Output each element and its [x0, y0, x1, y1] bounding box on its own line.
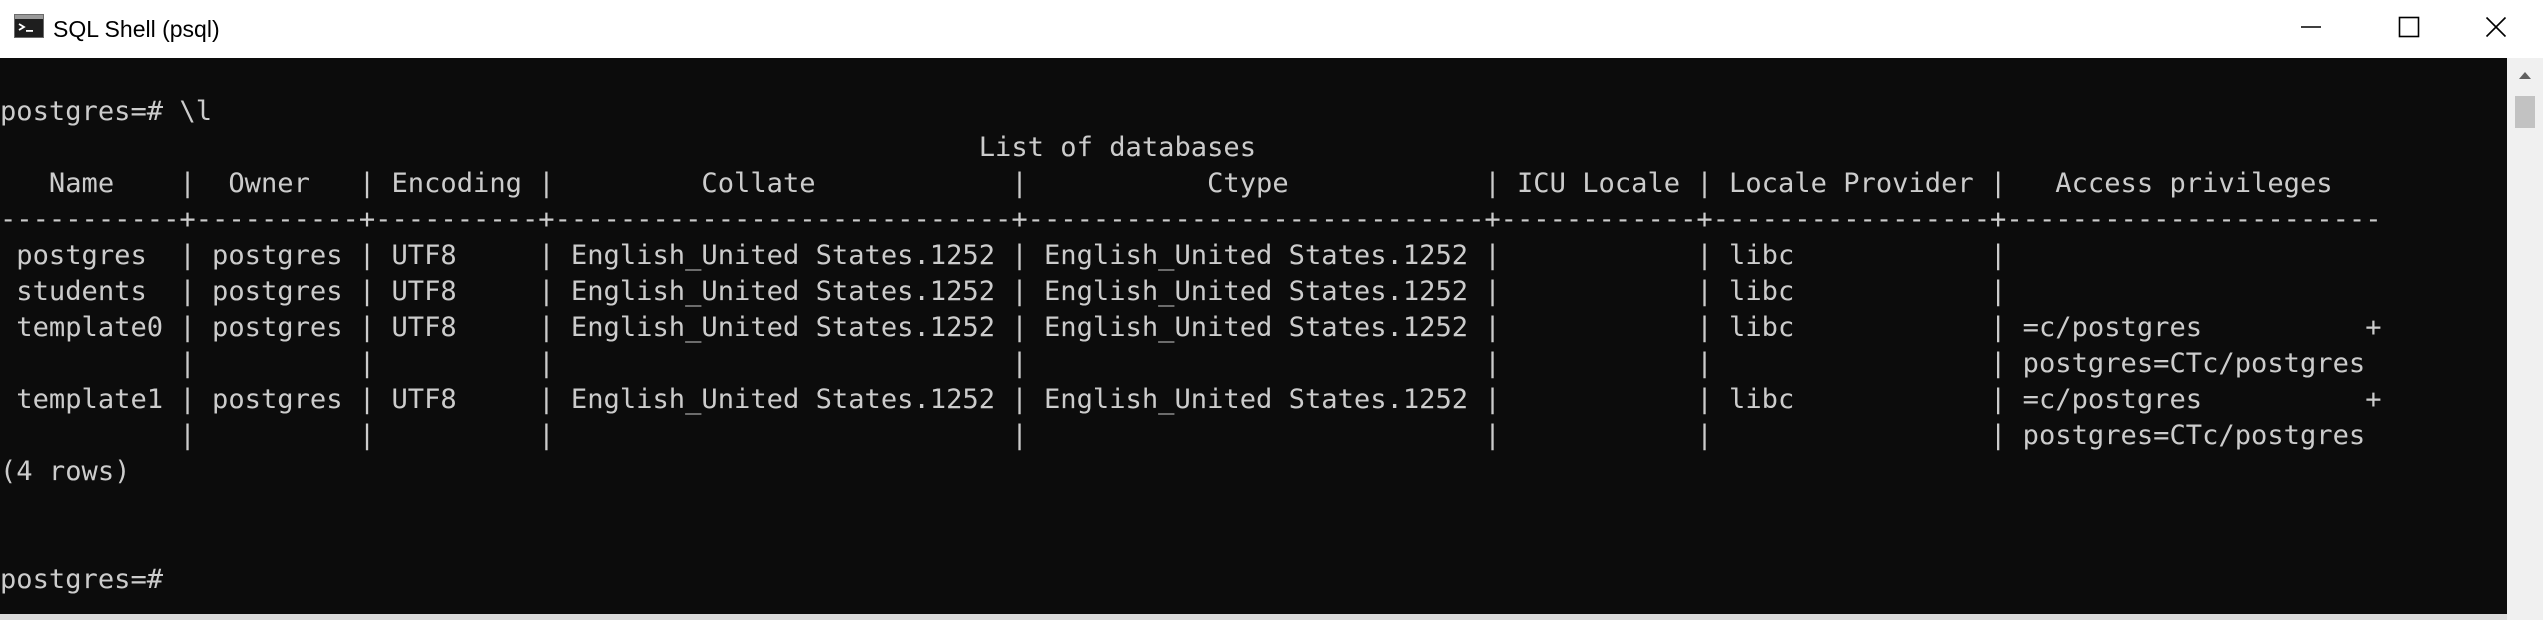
scroll-track[interactable]	[2507, 94, 2543, 620]
close-icon	[2485, 16, 2507, 43]
terminal-line: (4 rows)	[0, 456, 131, 487]
vertical-scrollbar[interactable]	[2507, 58, 2543, 620]
terminal-line: | | | | | | | postgres=CTc/postgres	[0, 420, 2366, 451]
terminal-line: template0 | postgres | UTF8 | English_Un…	[0, 312, 2382, 343]
close-button[interactable]	[2447, 0, 2543, 58]
window-bottom-border	[0, 614, 2507, 620]
window-title: SQL Shell (psql)	[53, 16, 220, 42]
terminal-prompt[interactable]: postgres=#	[0, 562, 2382, 598]
minimize-icon	[2300, 16, 2322, 43]
terminal-line: | | | | | | | postgres=CTc/postgres	[0, 348, 2366, 379]
title-bar[interactable]: SQL Shell (psql)	[0, 0, 2543, 58]
terminal-line: template1 | postgres | UTF8 | English_Un…	[0, 384, 2382, 415]
maximize-icon	[2398, 16, 2420, 43]
scroll-up-button[interactable]	[2507, 58, 2543, 94]
terminal-line: List of databases	[0, 132, 1257, 163]
terminal-output: postgres=# \l List of databases Name | O…	[0, 94, 2382, 598]
scroll-thumb[interactable]	[2515, 96, 2535, 128]
minimize-button[interactable]	[2262, 0, 2360, 58]
terminal-line: Name | Owner | Encoding | Collate | Ctyp…	[0, 168, 2333, 199]
console-app-icon	[14, 14, 44, 38]
terminal-line: -----------+----------+----------+------…	[0, 204, 2382, 235]
terminal-line: postgres=# \l	[0, 96, 213, 127]
terminal-area[interactable]: postgres=# \l List of databases Name | O…	[0, 58, 2507, 620]
terminal-line: postgres | postgres | UTF8 | English_Uni…	[0, 240, 2007, 271]
terminal-line: students | postgres | UTF8 | English_Uni…	[0, 276, 2007, 307]
psql-window: SQL Shell (psql) postgres=# \l List of d…	[0, 0, 2543, 620]
maximize-button[interactable]	[2360, 0, 2458, 58]
caret-up-icon	[2518, 67, 2532, 85]
